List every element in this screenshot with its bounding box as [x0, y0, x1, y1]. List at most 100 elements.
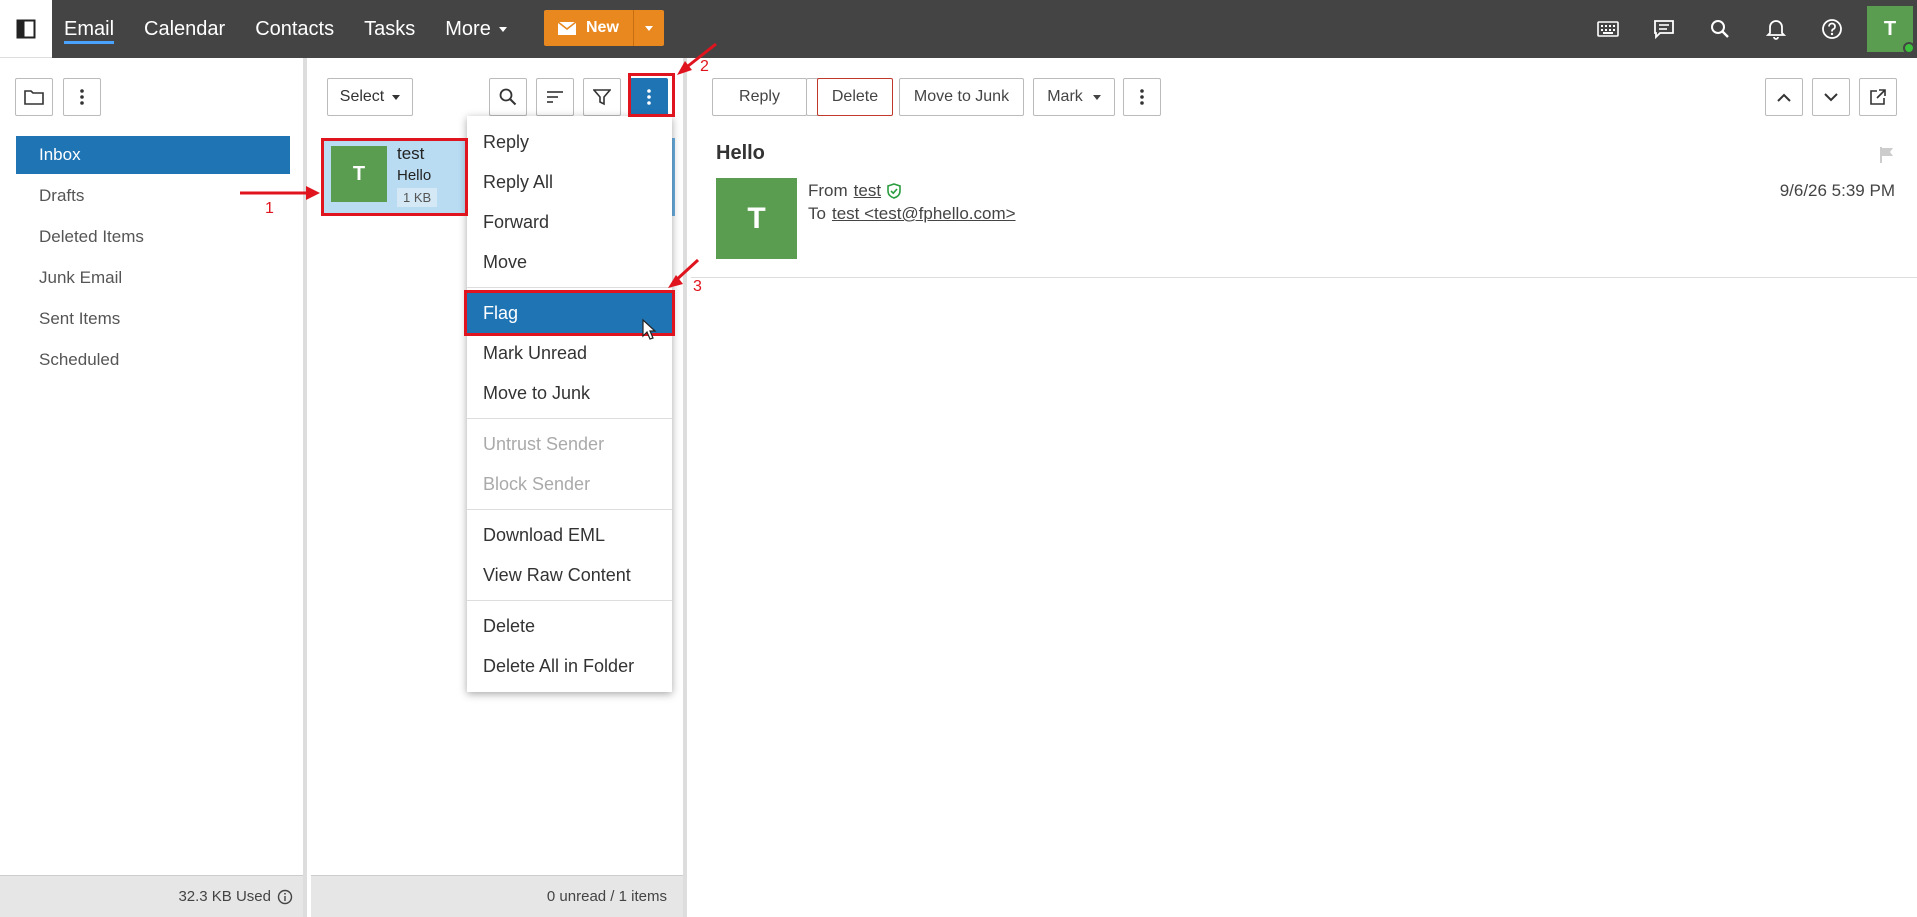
new-dropdown-button[interactable]: [634, 10, 664, 46]
folder-scheduled[interactable]: Scheduled: [16, 341, 290, 379]
reading-pane: Reply Delete Move to Junk Mark Hello T F…: [691, 58, 1917, 917]
chevron-down-icon: [498, 26, 507, 32]
bell-icon: [1766, 20, 1786, 40]
search-messages-button[interactable]: [489, 78, 527, 116]
folder-pane: Inbox Drafts Deleted Items Junk Email Se…: [0, 58, 307, 917]
menu-divider: [467, 509, 672, 510]
previous-message-button[interactable]: [1765, 78, 1803, 116]
message-count-text: 0 unread / 1 items: [546, 888, 667, 905]
menu-item-reply-all[interactable]: Reply All: [467, 162, 672, 202]
folder-junk-email[interactable]: Junk Email: [16, 259, 290, 297]
folder-deleted-items[interactable]: Deleted Items: [16, 218, 290, 256]
chevron-down-icon: [1824, 92, 1838, 101]
menu-divider: [467, 287, 672, 288]
new-button-group: New: [544, 10, 664, 46]
sidebar-toggle-button[interactable]: [0, 0, 52, 58]
sender-avatar: T: [331, 146, 387, 202]
menu-item-mark-unread[interactable]: Mark Unread: [467, 333, 672, 373]
message-count-footer: 0 unread / 1 items: [311, 875, 683, 917]
message-options-menu: Reply Reply All Forward Move Flag Mark U…: [464, 116, 675, 692]
menu-item-forward[interactable]: Forward: [467, 202, 672, 242]
menu-item-move[interactable]: Move: [467, 242, 672, 282]
help-icon: [1822, 19, 1842, 39]
menu-item-view-raw-content[interactable]: View Raw Content: [467, 555, 672, 595]
more-vertical-icon: [80, 89, 84, 105]
menu-item-block-sender: Block Sender: [483, 473, 591, 494]
menu-item-reply[interactable]: Reply: [467, 122, 672, 162]
chevron-up-icon: [1777, 93, 1791, 102]
more-vertical-icon: [647, 89, 651, 105]
user-avatar[interactable]: T: [1867, 6, 1915, 54]
menu-item-flag[interactable]: Flag: [464, 290, 675, 336]
storage-used-text: 32.3 KB Used: [178, 888, 271, 905]
to-line: To test <test@fphello.com>: [808, 204, 1016, 224]
info-icon[interactable]: [277, 889, 293, 905]
help-button[interactable]: [1817, 14, 1847, 44]
mark-dropdown-button[interactable]: Mark: [1033, 78, 1115, 116]
chevron-down-icon: [1092, 94, 1101, 100]
from-sender-link[interactable]: test: [854, 181, 881, 201]
more-vertical-icon: [1140, 89, 1144, 105]
chevron-down-icon: [644, 25, 653, 31]
message-sender: test: [397, 144, 425, 163]
email-subject: Hello: [716, 142, 765, 164]
keyboard-shortcuts-button[interactable]: [1593, 14, 1623, 44]
next-message-button[interactable]: [1812, 78, 1850, 116]
from-line: From test: [808, 181, 901, 201]
verified-shield-icon: [887, 183, 901, 199]
message-size-badge: 1 KB: [397, 188, 438, 207]
folder-sent-items[interactable]: Sent Items: [16, 300, 290, 338]
select-dropdown[interactable]: Select: [327, 78, 413, 116]
nav-calendar[interactable]: Calendar: [144, 18, 225, 41]
storage-footer: 32.3 KB Used: [0, 875, 303, 917]
sort-icon: [547, 91, 563, 103]
open-in-new-window-button[interactable]: [1859, 78, 1897, 116]
filter-icon: [593, 89, 611, 106]
menu-item-download-eml[interactable]: Download EML: [467, 515, 672, 555]
menu-divider: [467, 418, 672, 419]
more-actions-button[interactable]: [1123, 78, 1161, 116]
folder-options-button[interactable]: [63, 78, 101, 116]
filter-button[interactable]: [583, 78, 621, 116]
reply-button[interactable]: Reply: [712, 78, 807, 116]
top-icons: [1593, 0, 1847, 58]
move-to-junk-button[interactable]: Move to Junk: [899, 78, 1024, 116]
menu-item-untrust-sender: Untrust Sender: [483, 433, 605, 454]
nav-email[interactable]: Email: [64, 18, 114, 41]
chevron-down-icon: [392, 94, 401, 100]
delete-button[interactable]: Delete: [817, 78, 893, 116]
menu-item-delete-all-in-folder[interactable]: Delete All in Folder: [467, 646, 672, 686]
new-button[interactable]: New: [544, 10, 634, 46]
search-icon: [1711, 20, 1729, 38]
message-list-options-button[interactable]: [630, 78, 668, 116]
nav-contacts[interactable]: Contacts: [255, 18, 334, 41]
folder-drafts[interactable]: Drafts: [16, 177, 290, 215]
from-label: From: [808, 181, 848, 200]
sort-button[interactable]: [536, 78, 574, 116]
sender-avatar: T: [716, 178, 797, 259]
menu-item-delete[interactable]: Delete: [467, 606, 672, 646]
folder-button[interactable]: [15, 78, 53, 116]
chat-icon: [1654, 20, 1674, 39]
search-icon: [499, 88, 517, 106]
folder-inbox[interactable]: Inbox: [16, 136, 290, 174]
top-bar: Email Calendar Contacts Tasks More New T: [0, 0, 1917, 58]
search-button[interactable]: [1705, 14, 1735, 44]
keyboard-icon: [1597, 21, 1619, 37]
to-label: To: [808, 204, 826, 223]
menu-divider: [467, 600, 672, 601]
email-date: 9/6/26 5:39 PM: [1779, 181, 1895, 200]
chat-button[interactable]: [1649, 14, 1679, 44]
folder-list: Inbox Drafts Deleted Items Junk Email Se…: [16, 136, 290, 382]
notifications-button[interactable]: [1761, 14, 1791, 44]
sidebar-toggle-icon: [16, 19, 36, 38]
mail-icon: [558, 21, 576, 35]
menu-item-move-to-junk[interactable]: Move to Junk: [467, 373, 672, 413]
nav-tasks[interactable]: Tasks: [364, 18, 415, 41]
message-subject: Hello: [397, 167, 432, 184]
nav-more[interactable]: More: [445, 18, 507, 41]
online-status-indicator: [1903, 42, 1915, 54]
to-recipient-link[interactable]: test <test@fphello.com>: [832, 204, 1016, 224]
flag-icon[interactable]: [1879, 146, 1895, 164]
header-divider: [691, 277, 1917, 278]
